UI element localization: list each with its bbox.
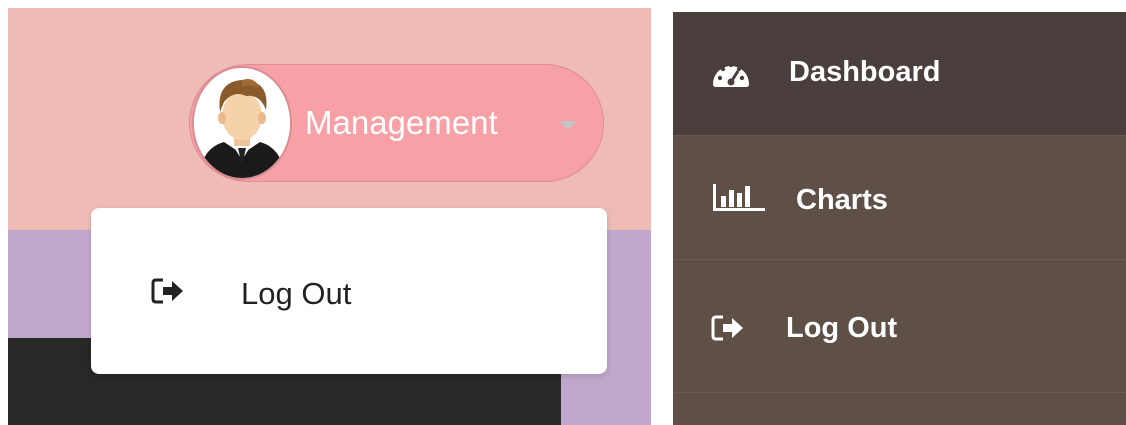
sign-out-icon bbox=[711, 314, 745, 347]
sidebar-item-label: Dashboard bbox=[789, 56, 941, 88]
sidebar-item-logout[interactable]: Log Out bbox=[673, 259, 1126, 393]
tachometer-icon bbox=[711, 58, 751, 93]
user-menu-panel: Management Log Out bbox=[8, 8, 651, 425]
sidebar-item-dashboard[interactable]: Dashboard bbox=[673, 12, 1126, 135]
sidebar-item-charts[interactable]: Charts bbox=[673, 135, 1126, 259]
user-avatar[interactable] bbox=[192, 66, 292, 180]
bar-chart-icon bbox=[711, 180, 767, 219]
caret-down-icon[interactable] bbox=[559, 121, 577, 130]
sidebar-item-label: Charts bbox=[796, 184, 888, 216]
dropdown-item-logout[interactable]: Log Out bbox=[91, 248, 607, 338]
sign-out-icon bbox=[151, 277, 185, 305]
user-name[interactable]: Management bbox=[305, 105, 498, 141]
dropdown-item-label: Log Out bbox=[241, 276, 352, 311]
avatar-image bbox=[194, 68, 290, 178]
user-dropdown-menu: Log Out bbox=[91, 208, 607, 374]
sidebar-item-label: Log Out bbox=[786, 312, 898, 344]
sidebar: Dashboard Charts Log Out bbox=[673, 12, 1126, 425]
